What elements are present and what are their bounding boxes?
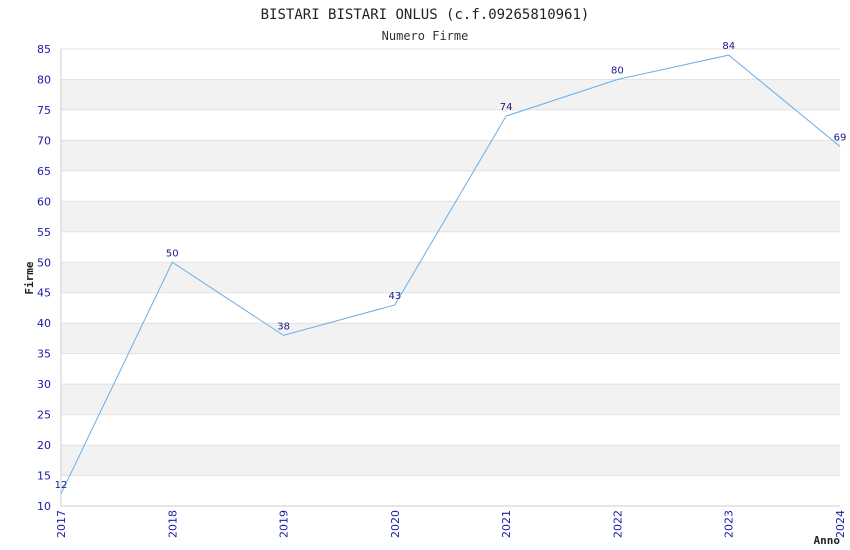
y-tick-labels: 10 15 20 25 30 35 40 45 50 55 60 65 70 75 80 85 bbox=[37, 43, 51, 513]
grid-band bbox=[61, 475, 840, 506]
x-tick-label: 2022 bbox=[611, 510, 624, 538]
x-tick-label: 2017 bbox=[55, 510, 68, 538]
chart-subtitle: Numero Firme bbox=[382, 29, 469, 43]
grid-band bbox=[61, 79, 840, 110]
grid-band bbox=[61, 140, 840, 171]
x-tick-label: 2018 bbox=[166, 510, 179, 538]
x-tick-labels: 2017 2018 2019 2020 2021 2022 2023 2024 bbox=[55, 510, 847, 538]
grid-band bbox=[61, 292, 840, 324]
grid-band bbox=[61, 262, 840, 293]
y-tick-label: 65 bbox=[37, 165, 51, 178]
y-tick-label: 30 bbox=[37, 378, 51, 391]
y-tick-label: 70 bbox=[37, 134, 51, 147]
data-label: 74 bbox=[500, 102, 513, 113]
line-chart: 10 15 20 25 30 35 40 45 50 55 60 65 70 75 80 85 2017 201… bbox=[23, 7, 847, 547]
y-tick-label: 85 bbox=[37, 43, 51, 56]
y-tick-label: 40 bbox=[37, 317, 51, 330]
y-tick-label: 75 bbox=[37, 104, 51, 117]
data-label: 12 bbox=[55, 480, 68, 491]
x-tick-label: 2020 bbox=[389, 510, 402, 538]
x-axis-label: Anno bbox=[814, 534, 841, 547]
chart-title: BISTARI BISTARI ONLUS (c.f.09265810961) bbox=[261, 7, 590, 23]
grid-band bbox=[61, 109, 840, 141]
grid-band bbox=[61, 384, 840, 415]
y-tick-label: 35 bbox=[37, 348, 51, 361]
grid-band bbox=[61, 353, 840, 385]
y-tick-label: 55 bbox=[37, 226, 51, 239]
grid-bands bbox=[61, 49, 840, 506]
data-label: 84 bbox=[722, 41, 735, 52]
data-label: 38 bbox=[277, 321, 290, 332]
y-tick-label: 20 bbox=[37, 439, 51, 452]
grid-band bbox=[61, 49, 840, 80]
x-tick-label: 2023 bbox=[723, 510, 736, 538]
y-axis-label: Firme bbox=[23, 261, 36, 294]
data-label: 50 bbox=[166, 248, 179, 259]
data-label: 80 bbox=[611, 65, 624, 76]
x-tick-label: 2021 bbox=[500, 510, 513, 538]
grid-band bbox=[61, 323, 840, 354]
grid-band bbox=[61, 414, 840, 446]
x-tick-label: 2019 bbox=[278, 510, 291, 538]
y-tick-label: 80 bbox=[37, 73, 51, 86]
y-tick-label: 15 bbox=[37, 470, 51, 483]
grid-band bbox=[61, 201, 840, 232]
y-tick-label: 25 bbox=[37, 409, 51, 422]
y-tick-label: 45 bbox=[37, 287, 51, 300]
grid-band bbox=[61, 170, 840, 202]
y-tick-label: 10 bbox=[37, 500, 51, 513]
data-label: 43 bbox=[388, 291, 401, 302]
data-label: 69 bbox=[834, 132, 847, 143]
y-tick-label: 50 bbox=[37, 256, 51, 269]
grid-band bbox=[61, 445, 840, 476]
y-tick-label: 60 bbox=[37, 195, 51, 208]
